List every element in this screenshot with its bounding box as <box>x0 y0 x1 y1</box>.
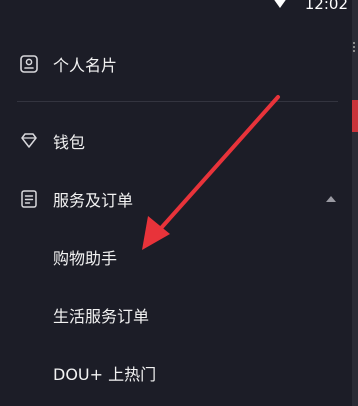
menu-item-label: 服务及订单 <box>53 191 134 210</box>
diamond-icon <box>19 131 39 151</box>
menu-item-label: 个人名片 <box>53 56 118 75</box>
submenu-item-life-service-orders[interactable]: 生活服务订单 <box>0 292 340 338</box>
status-time: 12:02 <box>304 0 348 13</box>
submenu-item-label: DOU+ 上热门 <box>53 365 157 384</box>
wifi-icon <box>270 0 290 8</box>
person-card-icon <box>19 54 39 74</box>
right-edge-strip <box>352 0 358 406</box>
menu-item-services-orders[interactable]: 服务及订单 <box>0 176 340 222</box>
submenu-item-shopping-assistant[interactable]: 购物助手 <box>0 234 340 280</box>
menu-item-wallet[interactable]: 钱包 <box>0 118 340 164</box>
right-edge-accent <box>352 100 358 132</box>
caret-up-icon[interactable] <box>326 196 336 202</box>
status-bar: 12:02 <box>0 0 358 14</box>
menu-item-profile-card[interactable]: 个人名片 <box>0 41 340 87</box>
menu-divider <box>17 101 338 102</box>
submenu-item-label: 生活服务订单 <box>53 307 150 326</box>
document-icon <box>19 189 39 209</box>
submenu-item-dou-plus[interactable]: DOU+ 上热门 <box>0 350 340 396</box>
submenu-item-label: 购物助手 <box>53 249 118 268</box>
right-edge-dots <box>353 42 358 52</box>
menu-item-label: 钱包 <box>53 133 86 152</box>
